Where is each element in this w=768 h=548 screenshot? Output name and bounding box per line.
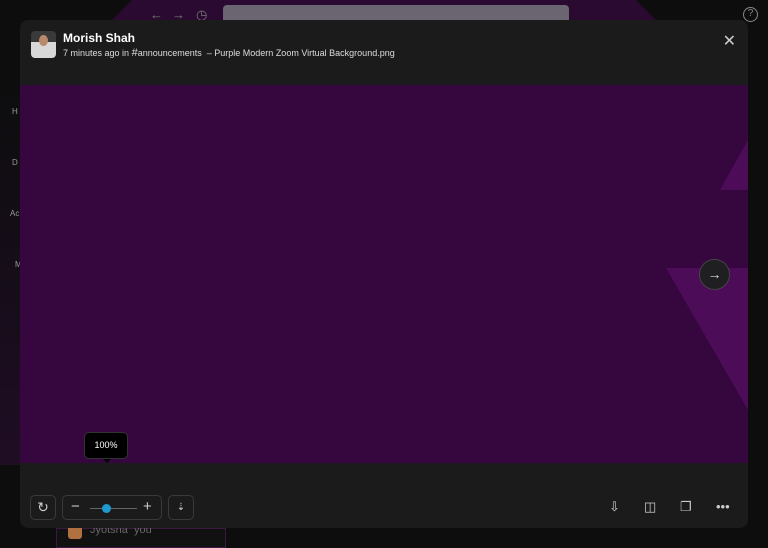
fit-button[interactable]: ⇣ [168, 495, 194, 520]
close-icon[interactable]: ✕ [723, 31, 736, 51]
zoom-slider[interactable] [90, 508, 137, 509]
separator: – [206, 48, 212, 58]
avatar[interactable] [31, 31, 56, 58]
image-viewer-modal: Morish Shah 7 minutes ago in #announceme… [20, 20, 748, 528]
image-shape [666, 268, 748, 410]
author-name[interactable]: Morish Shah [63, 31, 135, 45]
file-meta: 7 minutes ago in #announcements – Purple… [63, 47, 395, 59]
file-name: Purple Modern Zoom Virtual Background.pn… [214, 48, 395, 58]
zoom-tooltip: 100% [84, 432, 128, 463]
sidebar-background [0, 85, 20, 465]
more-icon[interactable]: ••• [716, 499, 730, 514]
side-panel-icon[interactable]: ◫ [644, 499, 656, 515]
rotate-button[interactable]: ↻ [30, 495, 56, 520]
next-arrow-button[interactable]: → [699, 259, 730, 290]
sidebar-label: H [12, 107, 18, 116]
zoom-control: − + [62, 495, 162, 520]
sidebar-label: D [12, 158, 18, 167]
rotate-icon: ↻ [37, 499, 49, 515]
zoom-out-button[interactable]: − [71, 498, 80, 515]
image-shape [720, 140, 748, 190]
timestamp[interactable]: 7 minutes ago in [63, 48, 129, 58]
sidebar-label: Ac [10, 209, 20, 218]
collapse-icon: ⇣ [176, 502, 186, 513]
zoom-in-button[interactable]: + [143, 498, 152, 515]
copy-icon[interactable]: ❐ [680, 499, 692, 515]
zoom-slider-handle[interactable] [102, 504, 111, 513]
modal-header: Morish Shah 7 minutes ago in #announceme… [20, 20, 748, 85]
image-preview: → [20, 85, 748, 463]
channel-link[interactable]: announcements [138, 48, 202, 58]
download-icon[interactable]: ⇩ [609, 499, 620, 515]
